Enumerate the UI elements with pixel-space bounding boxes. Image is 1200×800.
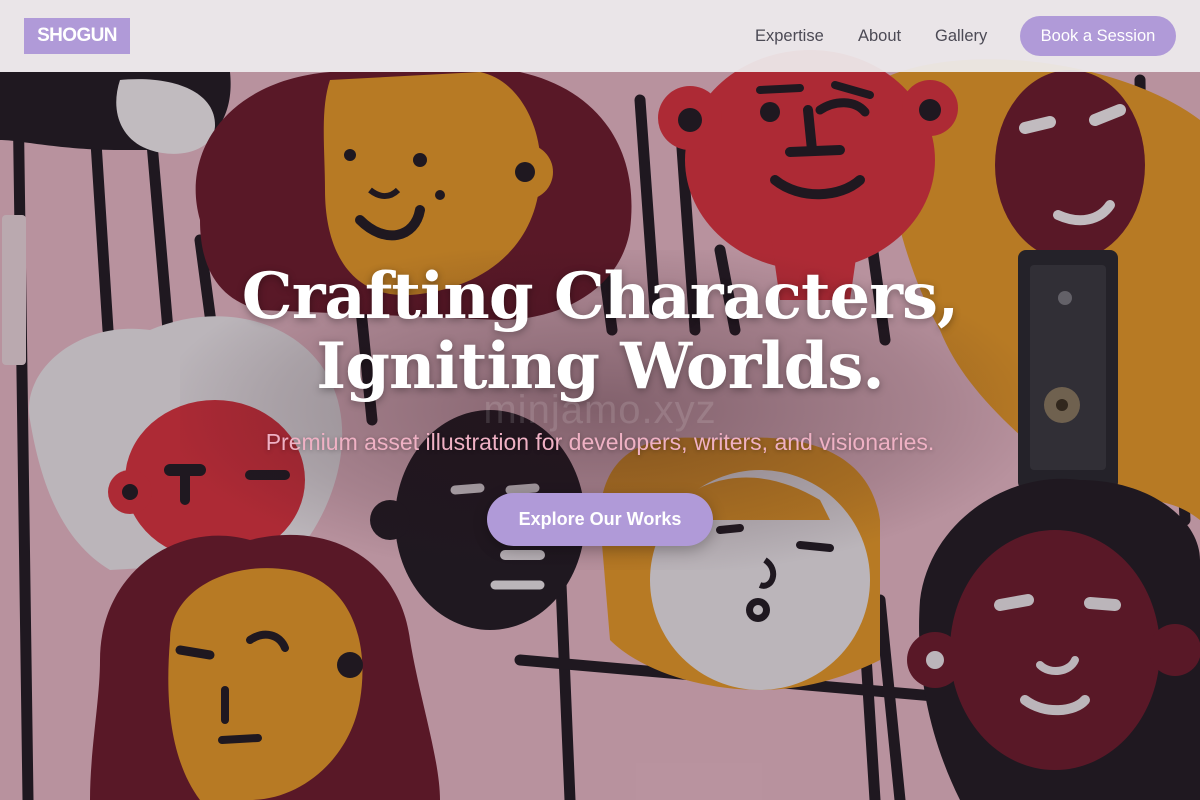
site-header: SHOGUN Expertise About Gallery Book a Se…: [0, 0, 1200, 72]
nav-link-gallery[interactable]: Gallery: [935, 26, 987, 46]
book-session-button[interactable]: Book a Session: [1020, 16, 1176, 56]
nav-link-expertise[interactable]: Expertise: [755, 26, 824, 46]
explore-works-button[interactable]: Explore Our Works: [487, 493, 713, 546]
watermark: minjamo.xyz: [483, 388, 717, 432]
hero-title-line-1: Crafting Characters,: [241, 259, 960, 334]
nav-link-about[interactable]: About: [858, 26, 901, 46]
hero-title: Crafting Characters, Igniting Worlds.: [0, 262, 1200, 402]
